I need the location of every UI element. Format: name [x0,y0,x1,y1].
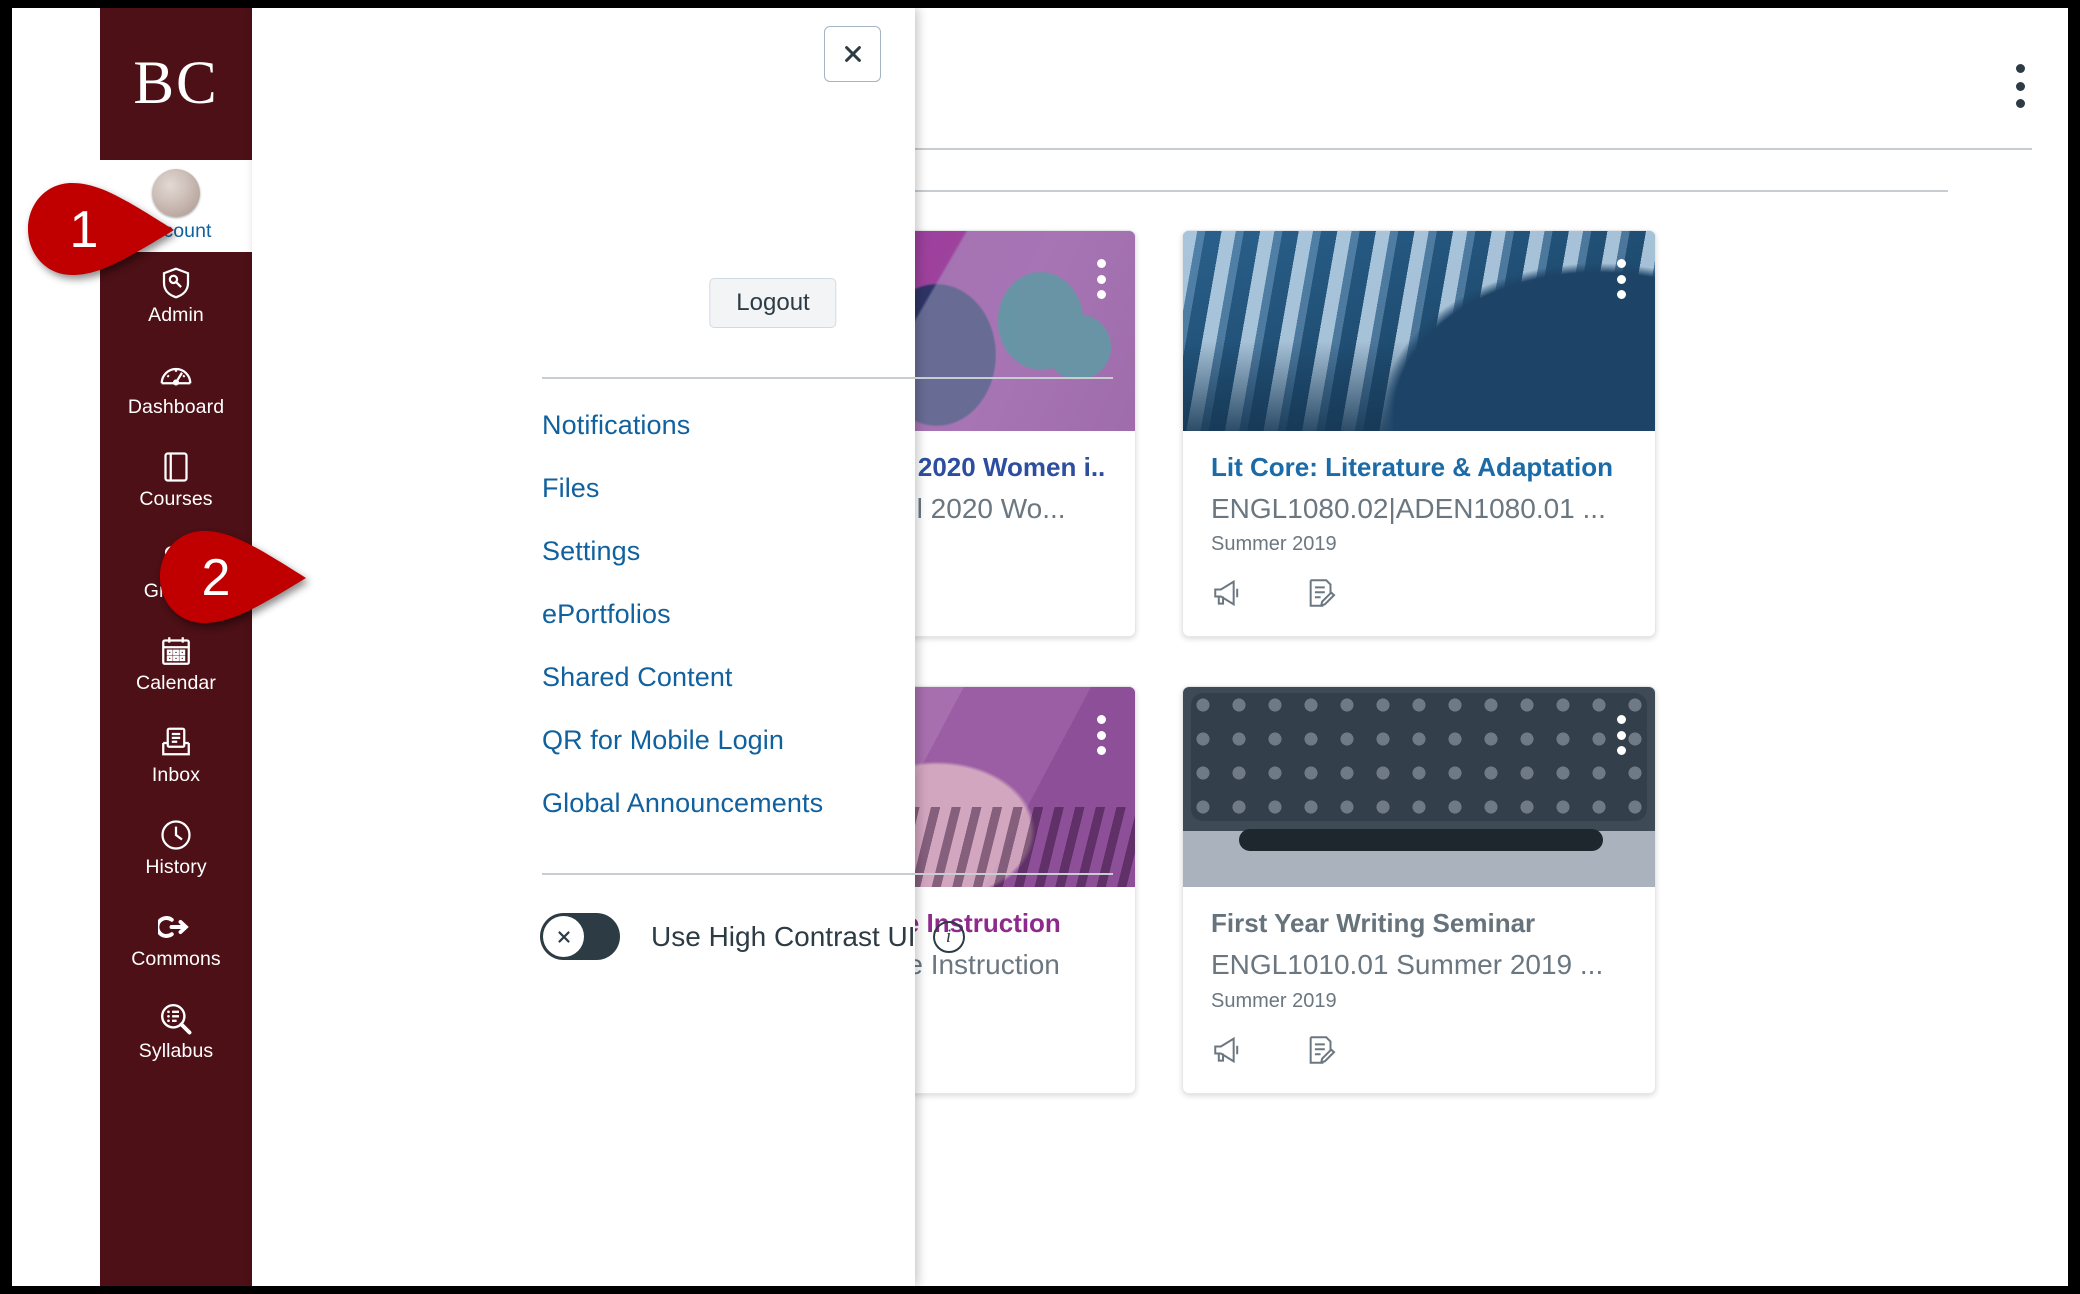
course-card-term: ENGL1010.01 Summer 2019 ... [1211,949,1604,980]
sidebar-item-label: History [145,856,207,878]
kebab-dot [1616,259,1626,268]
course-card-title[interactable]: First Year Writing Seminar [1211,909,1627,938]
magnifier-list-icon [158,1001,194,1037]
course-card-options-button[interactable] [1609,715,1633,756]
course-card-subtitle: Summer 2019 [1211,989,1337,1012]
logout-button[interactable]: Logout [709,278,837,328]
course-card-options-button[interactable] [1089,259,1113,299]
kebab-dot [1616,730,1626,740]
course-card-options-button[interactable] [1609,259,1633,299]
high-contrast-label: Use High Contrast UI [651,920,916,952]
sidebar-item-label: Admin [148,304,204,326]
assignments-icon[interactable] [1305,576,1339,610]
tray-divider-top [542,377,1113,379]
course-card-body: Lit Core: Literature & Adaptation ENGL10… [1183,431,1655,636]
info-icon[interactable]: i [932,920,965,953]
tray-link-notifications[interactable]: Notifications [542,412,1113,439]
course-card-action-icons [1211,576,1627,618]
typewriter-spacebar [1239,829,1603,852]
kebab-dot [1096,290,1106,299]
account-tray-panel: Logout Notifications Files Settings ePor… [252,8,1113,1286]
sidebar-item-label: Syllabus [138,1040,214,1062]
kebab-dot [1616,715,1626,725]
course-card-title[interactable]: Lit Core: Literature & Adaptation [1211,453,1627,482]
sidebar-item-label: Commons [131,948,221,970]
sidebar-item-inbox[interactable]: Inbox [100,712,252,804]
course-card-image [1183,687,1655,888]
announcements-icon[interactable] [1211,1033,1245,1067]
sidebar-item-history[interactable]: History [100,804,252,896]
account-tray-links: Notifications Files Settings ePortfolios… [542,412,1113,853]
course-card-body: First Year Writing Seminar ENGL1010.01 S… [1183,887,1655,1092]
high-contrast-row: Use High Contrast UI i [540,913,965,960]
sidebar-item-commons[interactable]: Commons [100,896,252,988]
course-card-subtitle: Summer 2019 [1211,533,1337,556]
high-contrast-toggle[interactable] [540,913,620,960]
course-card-image [1183,231,1655,431]
clock-icon [158,817,194,853]
inbox-icon [158,725,194,761]
kebab-dot [2015,81,2025,91]
course-card[interactable]: Lit Core: Literature & Adaptation ENGL10… [1182,230,1656,638]
tray-link-shared-content[interactable]: Shared Content [542,664,1113,691]
close-icon[interactable] [824,26,881,82]
kebab-dot [2015,99,2025,108]
app-window: ADEN1825.01 Fall 2020 Women i... ADEN182… [12,8,2068,1286]
book-icon [158,449,194,485]
typewriter-keys [1191,693,1647,822]
sidebar-item-label: Dashboard [127,396,225,418]
tray-link-eportfolios[interactable]: ePortfolios [542,601,1113,628]
dashboard-options-button[interactable] [2005,64,2035,108]
kebab-dot [1096,274,1106,284]
tray-link-settings[interactable]: Settings [542,538,1113,565]
tray-link-files[interactable]: Files [542,475,1113,502]
sidebar-item-label: Inbox [151,764,201,786]
tray-link-qr-for-mobile-login[interactable]: QR for Mobile Login [542,727,1113,754]
typewriter-art-image [1183,687,1655,888]
course-card[interactable]: First Year Writing Seminar ENGL1010.01 S… [1182,686,1656,1094]
announcements-icon[interactable] [1211,576,1245,610]
kebab-dot [1616,746,1626,756]
kebab-dot [1616,274,1626,284]
sidebar-item-label: Calendar [136,672,216,694]
callout-number: 1 [70,201,99,259]
tray-divider-bottom [542,873,1113,875]
kebab-dot [2015,64,2025,73]
gauge-icon [158,357,194,393]
kebab-dot [1096,259,1106,268]
callout-number: 2 [202,549,231,607]
sidebar-item-calendar[interactable]: Calendar [100,620,252,712]
brand-logo[interactable]: BC [100,8,252,160]
calendar-icon [158,633,194,669]
sidebar-item-dashboard[interactable]: Dashboard [100,344,252,436]
tray-link-global-announcements[interactable]: Global Announcements [542,790,1113,817]
course-card-term: ENGL1080.02|ADEN1080.01 ... [1211,493,1606,524]
callout-badge-2: 2 [158,529,310,625]
x-icon [543,916,584,957]
sidebar-item-label: Courses [139,488,213,510]
screenshot-root: ADEN1825.01 Fall 2020 Women i... ADEN182… [0,0,2080,1294]
assignments-icon[interactable] [1305,1033,1339,1067]
callout-badge-1: 1 [26,181,178,277]
course-card-action-icons [1211,1033,1627,1075]
arrow-exit-icon [158,909,194,945]
sidebar-item-courses[interactable]: Courses [100,436,252,528]
sidebar-item-syllabus[interactable]: Syllabus [100,988,252,1080]
kebab-dot [1616,290,1626,299]
books-art-image [1183,231,1655,431]
